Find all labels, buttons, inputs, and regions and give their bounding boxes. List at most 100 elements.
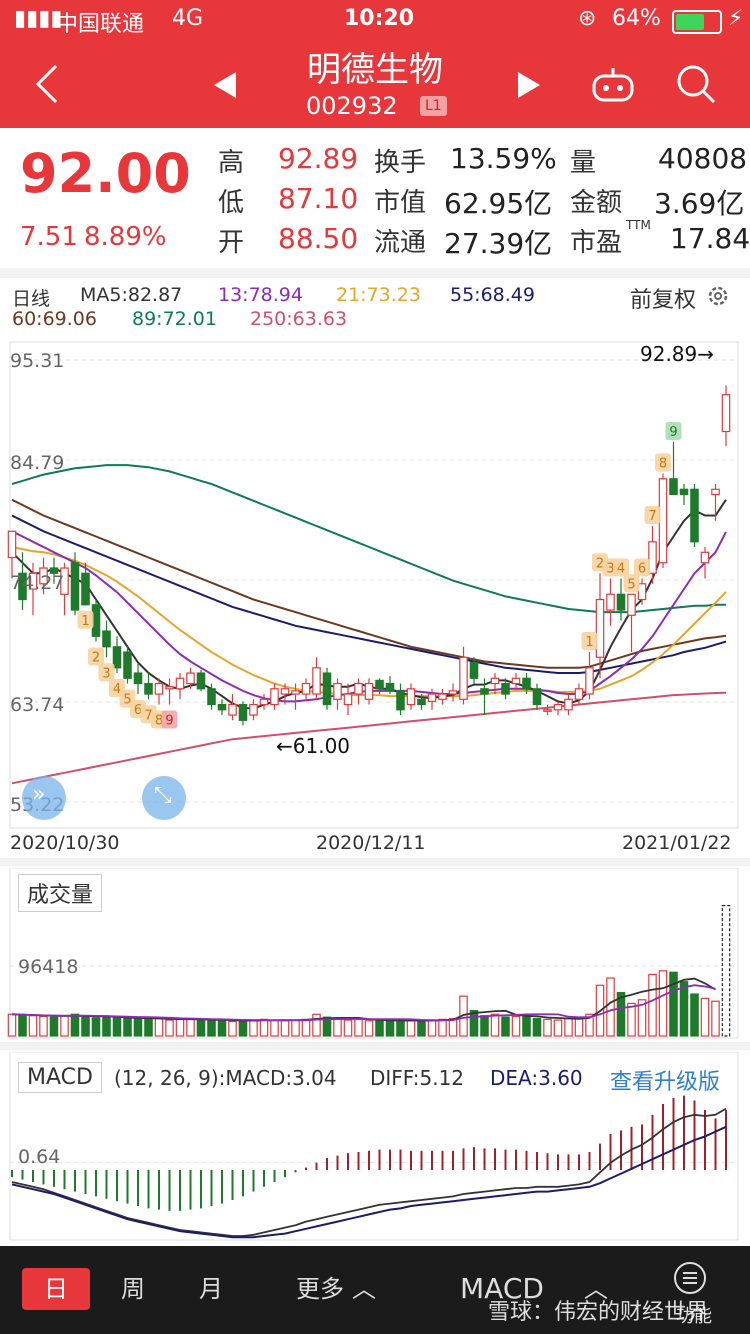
volume-bar bbox=[186, 1018, 195, 1037]
tab-day[interactable]: 日 bbox=[22, 1268, 90, 1310]
candle-body bbox=[616, 593, 626, 611]
volume-bar bbox=[196, 1019, 206, 1037]
next-stock-icon[interactable] bbox=[514, 70, 544, 100]
mktcap-label: 市值 bbox=[374, 188, 427, 218]
volume-bar bbox=[133, 1017, 143, 1037]
section-divider bbox=[0, 1042, 750, 1050]
y-tick-label: 74.27 bbox=[10, 572, 65, 594]
volume-bar bbox=[123, 1018, 132, 1037]
kline-chart[interactable]: 123456 7 8 912 3 456789 bbox=[0, 340, 750, 830]
td-label: 9 bbox=[165, 714, 173, 729]
x-tick-label: 2020/12/11 bbox=[316, 832, 426, 854]
volume-bar bbox=[396, 1020, 405, 1037]
float-label: 流通 bbox=[374, 228, 427, 258]
settings-icon[interactable] bbox=[706, 284, 730, 308]
expand-icon[interactable]: ⤡ bbox=[142, 776, 186, 820]
td-label: 8 bbox=[659, 457, 667, 472]
volume-bar bbox=[406, 1019, 416, 1037]
volume-y-tick: 96418 bbox=[18, 956, 79, 978]
low-value: 87.10 bbox=[278, 182, 359, 215]
volume-chart[interactable] bbox=[0, 868, 750, 1040]
upgrade-link[interactable]: 查看升级版 bbox=[610, 1064, 720, 1096]
volume-bar bbox=[207, 1020, 216, 1037]
charging-icon: ⚡ bbox=[728, 6, 744, 31]
volume-bar bbox=[175, 1018, 185, 1037]
y-tick-label: 84.79 bbox=[10, 452, 65, 474]
app-header: ▮▮▮▮ 中国联通 4G 10:20 ⊛ 64% ⚡ 明德生物 002932 L… bbox=[0, 0, 750, 128]
candle-body bbox=[627, 593, 636, 616]
candle-body bbox=[301, 682, 311, 695]
volume-bar bbox=[375, 1019, 384, 1037]
candle-body bbox=[70, 562, 80, 611]
volume-bar bbox=[154, 1018, 164, 1037]
candle-body bbox=[679, 488, 689, 496]
chevron-up-icon[interactable]: ︿ bbox=[352, 1268, 376, 1310]
y-tick-label: 95.31 bbox=[10, 350, 65, 372]
candle-body bbox=[238, 703, 248, 721]
carrier-name: 中国联通 bbox=[56, 12, 145, 37]
search-icon[interactable] bbox=[674, 62, 718, 106]
candle-body bbox=[333, 682, 342, 700]
candle-body bbox=[144, 682, 153, 695]
battery-percent: 64% bbox=[612, 6, 661, 31]
td-label: 5 bbox=[627, 577, 635, 592]
turnover-value: 13.59% bbox=[450, 142, 557, 175]
candle-body bbox=[322, 672, 332, 706]
volume-bar bbox=[18, 1014, 27, 1037]
candle-body bbox=[375, 679, 384, 690]
menu-icon[interactable] bbox=[672, 1260, 708, 1296]
candle-body bbox=[721, 394, 731, 433]
volume-bar bbox=[81, 1015, 90, 1037]
candle-body bbox=[228, 703, 237, 716]
volume-bar bbox=[417, 1020, 426, 1037]
dea-line bbox=[11, 1125, 727, 1239]
low-label: 低 bbox=[218, 188, 245, 218]
candle-body bbox=[532, 688, 542, 706]
candle-body bbox=[480, 688, 489, 695]
forward-icon[interactable]: » bbox=[22, 776, 66, 820]
candle-body bbox=[417, 698, 426, 706]
candle-body bbox=[469, 661, 479, 679]
turnover-label: 换手 bbox=[374, 148, 427, 178]
macd-title[interactable]: MACD bbox=[18, 1062, 102, 1093]
network-type: 4G bbox=[172, 6, 204, 31]
x-tick-label: 2020/10/30 bbox=[10, 832, 120, 854]
volume-bar bbox=[438, 1018, 447, 1037]
td-label: 3 bbox=[102, 666, 110, 681]
y-tick-label: 63.74 bbox=[10, 694, 65, 716]
volume-bar bbox=[606, 977, 615, 1037]
open-value: 88.50 bbox=[278, 222, 359, 255]
candle-body bbox=[133, 672, 143, 685]
candle-body bbox=[7, 530, 17, 559]
volume-bar bbox=[553, 1019, 563, 1037]
tab-month[interactable]: 月 bbox=[188, 1268, 234, 1310]
candle-body bbox=[406, 688, 416, 706]
ma89-legend: 89:72.01 bbox=[132, 308, 217, 330]
candle-body bbox=[343, 693, 353, 706]
adjust-label[interactable]: 前复权 bbox=[630, 282, 696, 314]
td-label: 1 bbox=[81, 614, 89, 629]
ma60-legend: 60:69.06 bbox=[12, 308, 97, 330]
period-label[interactable]: 日线 bbox=[12, 284, 50, 311]
ma89-line bbox=[11, 464, 727, 614]
candle-body bbox=[553, 703, 563, 711]
td-label: 1 bbox=[585, 635, 593, 650]
candle-body bbox=[427, 693, 437, 702]
candle-body bbox=[490, 677, 500, 685]
candle-body bbox=[564, 698, 573, 711]
robot-icon[interactable] bbox=[590, 64, 636, 104]
volume-bar bbox=[679, 981, 689, 1037]
mktcap-value: 62.95亿 bbox=[444, 187, 553, 220]
volume-bar bbox=[690, 993, 699, 1037]
candle-body bbox=[81, 572, 90, 606]
volume-bar bbox=[480, 1015, 489, 1037]
volume-bar bbox=[711, 1000, 720, 1037]
ma13-legend: 13:78.94 bbox=[218, 284, 303, 306]
candle-body bbox=[291, 690, 300, 695]
candle-body bbox=[175, 677, 185, 690]
candle-body bbox=[511, 677, 521, 685]
volume-bar bbox=[259, 1018, 269, 1037]
rotation-lock-icon: ⊛ bbox=[578, 6, 597, 31]
tab-more[interactable]: 更多 bbox=[296, 1268, 344, 1310]
tab-week[interactable]: 周 bbox=[110, 1268, 156, 1310]
